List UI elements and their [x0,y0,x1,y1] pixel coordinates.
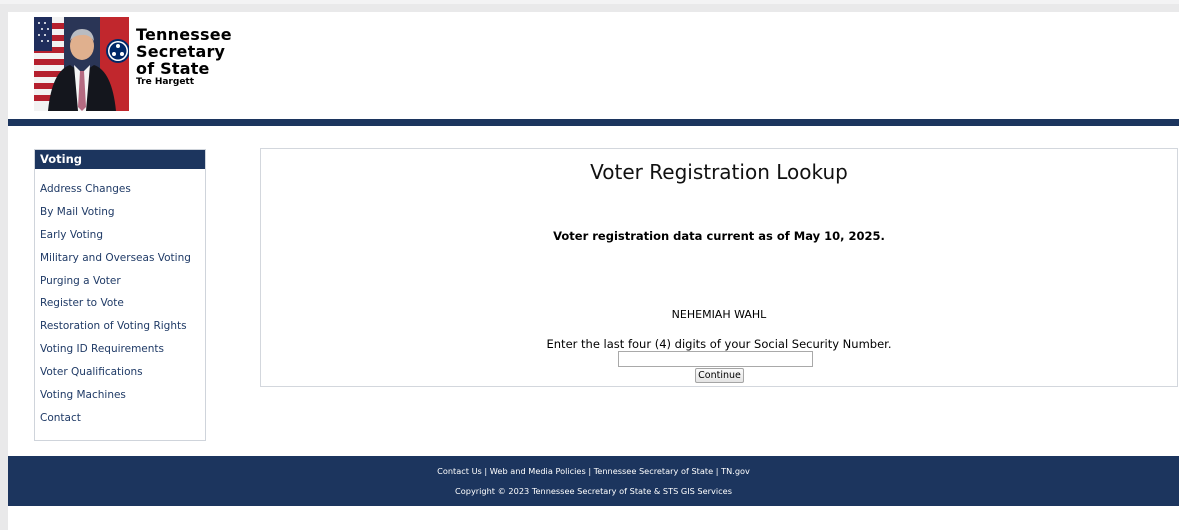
sidebar-menu: Address Changes By Mail Voting Early Vot… [35,169,205,434]
brand-line-2: Secretary [136,42,226,61]
sidebar-item-military-overseas-voting[interactable]: Military and Overseas Voting [35,251,205,274]
sidebar-nav: Voting Address Changes By Mail Voting Ea… [34,149,206,441]
sidebar-item-restoration-of-voting-rights[interactable]: Restoration of Voting Rights [35,319,205,342]
secretary-portrait [34,17,129,111]
continue-button[interactable]: Continue [695,368,744,383]
browser-top-edge [0,0,1179,4]
footer-link-tn-secretary-of-state[interactable]: Tennessee Secretary of State [594,466,713,476]
sidebar-item-voter-qualifications[interactable]: Voter Qualifications [35,365,205,388]
footer-links: Contact Us | Web and Media Policies | Te… [8,466,1179,476]
footer-link-tn-gov[interactable]: TN.gov [721,466,750,476]
sidebar-item-contact[interactable]: Contact [35,411,205,434]
brand-line-3: of State [136,59,210,78]
lookup-panel: Voter Registration Lookup Voter registra… [260,148,1178,387]
data-currency-notice: Voter registration data current as of Ma… [553,229,885,243]
footer-link-web-media-policies[interactable]: Web and Media Policies [490,466,586,476]
page: Tennessee Secretary of State Tre Hargett… [8,12,1179,530]
voter-name: NEHEMIAH WAHL [671,308,767,321]
header-divider-bar [8,119,1179,126]
sidebar-item-voting-machines[interactable]: Voting Machines [35,388,205,411]
footer-separator: | [585,466,594,476]
sidebar-item-address-changes[interactable]: Address Changes [35,182,205,205]
site-footer: Contact Us | Web and Media Policies | Te… [8,456,1179,506]
sidebar-item-early-voting[interactable]: Early Voting [35,228,205,251]
ssn-prompt: Enter the last four (4) digits of your S… [546,337,892,351]
sidebar-item-purging-a-voter[interactable]: Purging a Voter [35,274,205,297]
sidebar-item-register-to-vote[interactable]: Register to Vote [35,296,205,319]
copyright-text: Copyright © 2023 Tennessee Secretary of … [455,486,732,496]
sidebar-item-voting-id-requirements[interactable]: Voting ID Requirements [35,342,205,365]
page-title: Voter Registration Lookup [590,160,848,184]
site-brand[interactable]: Tennessee Secretary of State Tre Hargett [136,26,232,88]
ssn-last-four-input[interactable] [618,351,813,367]
footer-separator: | [481,466,490,476]
sidebar-item-by-mail-voting[interactable]: By Mail Voting [35,205,205,228]
footer-link-contact-us[interactable]: Contact Us [437,466,482,476]
brand-line-1: Tennessee [136,25,232,44]
official-name: Tre Hargett [136,77,195,87]
footer-separator: | [713,466,722,476]
sidebar-title: Voting [35,150,205,169]
